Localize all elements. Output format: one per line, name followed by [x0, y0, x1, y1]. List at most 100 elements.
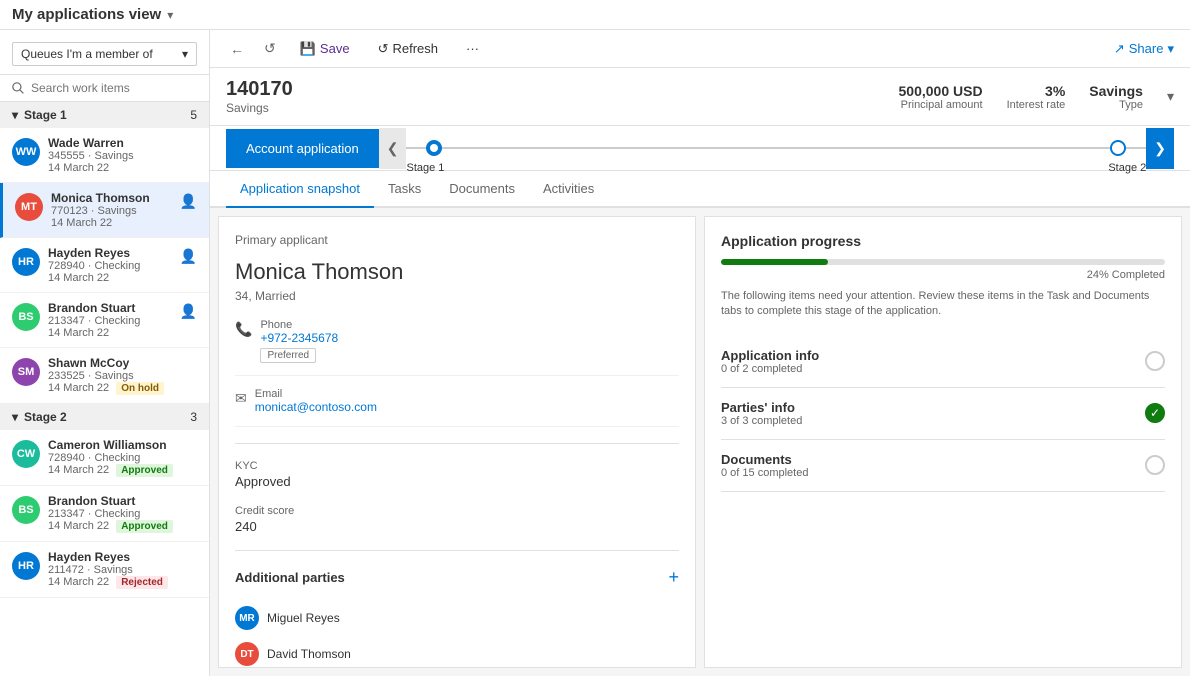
person-icon: 👤	[180, 303, 197, 320]
interest-label: Interest rate	[1007, 99, 1066, 111]
avatar: BS	[12, 303, 40, 331]
more-button[interactable]: ···	[458, 37, 487, 60]
add-party-button[interactable]: +	[668, 567, 679, 588]
avatar: HR	[12, 552, 40, 580]
account-application-button[interactable]: Account application	[226, 129, 379, 168]
record-meta: 500,000 USD Principal amount 3% Interest…	[899, 83, 1175, 111]
save-label: Save	[320, 41, 350, 56]
progress-circle-appinfo	[1145, 351, 1165, 371]
email-row: ✉ Email monicat@contoso.com	[235, 388, 679, 427]
progress-item-docs: Documents 0 of 15 completed	[721, 440, 1165, 492]
phone-value[interactable]: +972-2345678	[260, 331, 338, 345]
stage1-label: Stage 1	[24, 108, 67, 122]
share-label: Share	[1129, 41, 1164, 56]
search-icon	[12, 82, 25, 95]
panels: Primary applicant Monica Thomson 34, Mar…	[210, 208, 1190, 676]
primary-applicant-label: Primary applicant	[235, 233, 679, 247]
more-label: ···	[466, 41, 479, 56]
stage2-header[interactable]: ▾ Stage 2 3	[0, 404, 209, 430]
email-label: Email	[255, 388, 377, 400]
divider	[235, 443, 679, 444]
avatar: BS	[12, 496, 40, 524]
list-item[interactable]: SM Shawn McCoy 233525 · Savings 14 March…	[0, 348, 209, 404]
status-badge: On hold	[116, 382, 164, 395]
stage1-label: Stage 1	[406, 162, 444, 174]
queue-section: Queues I'm a member of ▾	[0, 30, 209, 75]
list-item-active[interactable]: MT Monica Thomson 770123 · Savings 14 Ma…	[0, 183, 209, 238]
stage2-node: Stage 2	[1110, 140, 1126, 156]
avatar: HR	[12, 248, 40, 276]
search-input[interactable]	[31, 81, 197, 95]
preferred-badge: Preferred	[260, 348, 316, 363]
stage-right-arrow[interactable]: ❯	[1146, 128, 1174, 169]
status-badge: Rejected	[116, 576, 168, 589]
record-header: 140170 Savings 500,000 USD Principal amo…	[210, 68, 1190, 126]
avatar: MT	[15, 193, 43, 221]
savings-type: Savings	[1089, 83, 1143, 99]
progress-bar-fill	[721, 259, 828, 265]
page-title-chevron[interactable]: ▾	[167, 8, 173, 22]
back-button[interactable]: ←	[226, 37, 248, 61]
stage1-circle	[426, 140, 442, 156]
progress-pct: 24% Completed	[721, 269, 1165, 281]
left-panel: Primary applicant Monica Thomson 34, Mar…	[218, 216, 696, 668]
content-toolbar: ← ↺ 💾 Save ↺ Refresh ··· ↗ Share ▾	[210, 30, 1190, 68]
applicant-name: Monica Thomson	[235, 259, 679, 285]
stage1-count: 5	[190, 108, 197, 122]
record-id: 140170	[226, 78, 293, 101]
record-type: Savings	[226, 101, 293, 115]
avatar: SM	[12, 358, 40, 386]
kyc-section: KYC Approved	[235, 460, 679, 489]
additional-parties-title: Additional parties	[235, 570, 345, 585]
progress-item-appinfo: Application info 0 of 2 completed	[721, 336, 1165, 388]
list-item[interactable]: BS Brandon Stuart 213347 · Checking 14 M…	[0, 293, 209, 348]
phone-label: Phone	[260, 319, 338, 331]
stage-progress: Account application ❮ Stage 1 Stage 2	[210, 126, 1190, 171]
page-title: My applications view	[12, 6, 161, 23]
avatar: CW	[12, 440, 40, 468]
additional-parties-header: Additional parties +	[235, 567, 679, 588]
stage2-count: 3	[190, 410, 197, 424]
tab-tasks[interactable]: Tasks	[374, 171, 435, 208]
party-avatar: DT	[235, 642, 259, 666]
share-chevron: ▾	[1167, 41, 1174, 57]
check-icon: ✓	[1150, 406, 1160, 420]
sidebar: Queues I'm a member of ▾ ▾ Stage 1 5 WW	[0, 30, 210, 676]
forward-button[interactable]: ↺	[260, 36, 280, 61]
stage2-label: Stage 2	[24, 410, 67, 424]
save-button[interactable]: 💾 Save	[292, 37, 358, 61]
list-item[interactable]: CW Cameron Williamson 728940 · Checking …	[0, 430, 209, 486]
stage1-node: Stage 1	[426, 140, 442, 156]
tab-activities[interactable]: Activities	[529, 171, 608, 208]
party-name: David Thomson	[267, 647, 351, 661]
status-badge: Approved	[116, 520, 173, 533]
stage1-header[interactable]: ▾ Stage 1 5	[0, 102, 209, 128]
list-item[interactable]: HR Hayden Reyes 728940 · Checking 14 Mar…	[0, 238, 209, 293]
list-item[interactable]: BS Brandon Stuart 213347 · Checking 14 M…	[0, 486, 209, 542]
stage-left-arrow[interactable]: ❮	[379, 128, 407, 169]
list-item[interactable]: HR Hayden Reyes 211472 · Savings 14 Marc…	[0, 542, 209, 598]
applicant-sub: 34, Married	[235, 289, 679, 303]
meta-chevron[interactable]: ▾	[1167, 88, 1174, 105]
right-panel: Application progress 24% Completed The f…	[704, 216, 1182, 668]
progress-title: Application progress	[721, 233, 1165, 249]
sidebar-items: ▾ Stage 1 5 WW Wade Warren 345555 · Savi…	[0, 102, 209, 676]
tabs: Application snapshot Tasks Documents Act…	[210, 171, 1190, 208]
share-icon: ↗	[1114, 41, 1125, 57]
phone-icon: 📞	[235, 321, 252, 338]
list-item[interactable]: WW Wade Warren 345555 · Savings 14 March…	[0, 128, 209, 183]
refresh-label: Refresh	[392, 41, 438, 56]
tab-documents[interactable]: Documents	[435, 171, 529, 208]
credit-value: 240	[235, 519, 679, 534]
queue-dropdown[interactable]: Queues I'm a member of ▾	[12, 42, 197, 66]
divider	[235, 550, 679, 551]
email-value[interactable]: monicat@contoso.com	[255, 400, 377, 414]
avatar: WW	[12, 138, 40, 166]
principal-label: Principal amount	[899, 99, 983, 111]
stage2-circle	[1110, 140, 1126, 156]
refresh-button[interactable]: ↺ Refresh	[370, 37, 446, 61]
tab-application-snapshot[interactable]: Application snapshot	[226, 171, 374, 208]
queue-chevron: ▾	[182, 47, 188, 61]
share-button[interactable]: ↗ Share ▾	[1114, 41, 1174, 57]
kyc-value: Approved	[235, 474, 679, 489]
